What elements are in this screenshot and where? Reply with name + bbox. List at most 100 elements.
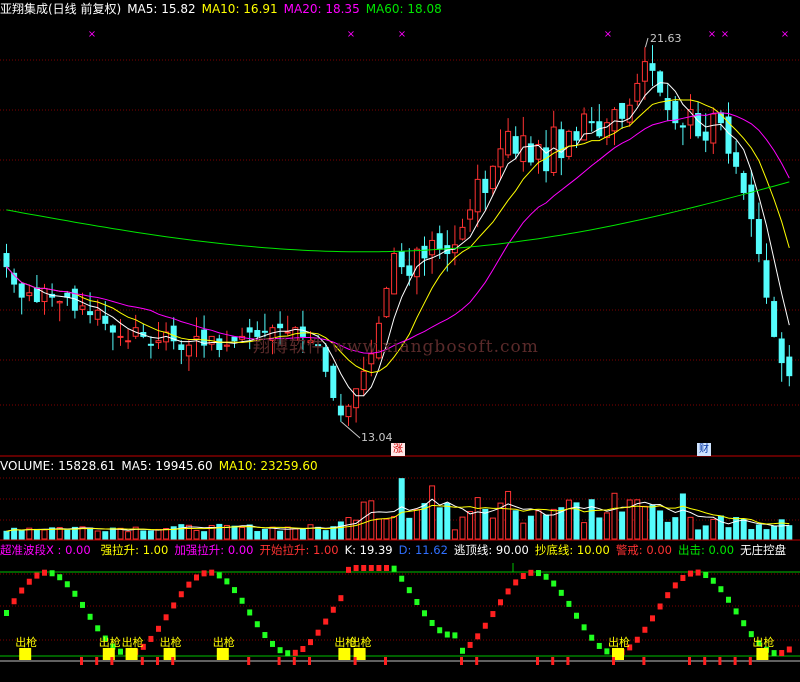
volume-bar-down <box>3 530 10 540</box>
volume-bar-up <box>710 518 717 540</box>
volume-bar-down <box>657 510 664 540</box>
oscillator-segment <box>26 578 32 585</box>
signal-tick <box>460 657 463 665</box>
candle-down <box>695 112 702 137</box>
signal-tick <box>247 657 251 665</box>
volume-bar-down <box>254 531 261 540</box>
ma5-readout: MA5: 15.82 <box>127 2 196 16</box>
signal-tick <box>156 657 159 665</box>
oscillator-segment <box>300 646 306 653</box>
oscillator-segment <box>422 610 427 617</box>
oscillator-segment <box>277 647 283 654</box>
volume-bar-up <box>239 527 246 540</box>
candle-up <box>56 301 63 304</box>
indicator-taodingxian: 逃顶线: 90.00 <box>453 543 529 557</box>
oscillator-segment <box>209 569 215 576</box>
signal-block <box>756 648 769 660</box>
oscillator-segment <box>19 587 25 594</box>
volume-bar-up <box>429 485 436 540</box>
volume-bar-down <box>147 530 154 540</box>
volume-bar-down <box>436 507 443 540</box>
oscillator-segment <box>224 578 230 585</box>
volume-bar-down <box>763 529 770 540</box>
indicator-k: K: 19.39 <box>344 543 393 557</box>
signal-tick <box>551 657 555 665</box>
signal-block <box>216 648 229 660</box>
volume-bar-up <box>520 522 527 540</box>
signal-tick <box>566 657 570 665</box>
volume-bar-down <box>717 515 724 540</box>
candle-down <box>337 405 344 416</box>
signal-tick <box>308 657 311 665</box>
candle-up <box>223 344 230 347</box>
oscillator-segment <box>368 565 374 571</box>
oscillator-segment <box>156 625 161 632</box>
signal-tick <box>748 657 752 665</box>
candle-up <box>634 82 641 102</box>
price-header: 亚翔集成(日线 前复权) MA5: 15.82 MA10: 16.91 MA20: 1… <box>0 0 448 18</box>
candle-down <box>702 131 709 141</box>
volume-bar-down <box>748 529 755 540</box>
candle-up <box>520 135 527 163</box>
signal-tick <box>171 657 175 665</box>
volume-bar-down <box>543 514 550 540</box>
oscillator-segment <box>262 632 268 639</box>
volume-bar-down <box>322 530 329 540</box>
candle-down <box>87 311 94 316</box>
event-mark: × <box>721 29 729 40</box>
oscillator-segment <box>72 590 78 597</box>
event-mark: × <box>88 29 96 40</box>
cai-badge[interactable]: 财 <box>697 443 711 456</box>
oscillator-segment <box>498 599 503 606</box>
signal-label: 出枪 <box>752 635 774 649</box>
volume-bar-up <box>459 516 466 540</box>
volume-bar-up <box>687 516 694 540</box>
signal-label: 出枪 <box>15 635 37 649</box>
oscillator-segment <box>232 587 237 594</box>
volume-readout: VOLUME: 15828.61 <box>0 459 116 473</box>
oscillator-segment <box>475 633 481 640</box>
candle-down <box>649 63 656 71</box>
oscillator-segment <box>95 625 101 632</box>
volume-bar-up <box>505 490 512 540</box>
volume-bar-up <box>375 518 382 540</box>
volume-bar-down <box>702 525 709 540</box>
candle-down <box>679 125 686 128</box>
oscillator-segment <box>171 602 177 609</box>
oscillator-segment <box>338 595 344 602</box>
volume-bar-down <box>337 521 344 540</box>
oscillator-segment <box>452 632 458 639</box>
volume-bar-down <box>231 525 238 540</box>
volume-bar-down <box>299 529 306 540</box>
candle-up <box>505 130 512 156</box>
volume-bar-down <box>277 530 284 540</box>
candle-down <box>330 365 337 398</box>
oscillator-segment <box>551 580 557 587</box>
volume-bar-down <box>755 524 762 540</box>
signal-tick <box>140 657 144 665</box>
candle-down <box>18 283 25 298</box>
oscillator-segment <box>771 650 777 657</box>
oscillator-segment <box>391 565 397 572</box>
zhang-badge[interactable]: 涨 <box>391 443 405 456</box>
oscillator-segment <box>353 565 359 571</box>
oscillator-segment <box>536 570 541 577</box>
oscillator-segment <box>186 581 192 588</box>
signal-tick <box>95 657 99 665</box>
candle-down <box>733 152 740 167</box>
oscillator-segment <box>543 573 549 580</box>
event-mark: × <box>781 29 789 40</box>
volume-bar-down <box>588 499 595 540</box>
volume-bar-up <box>474 497 481 540</box>
candle-down <box>109 325 116 333</box>
candle-down <box>748 184 755 220</box>
oscillator-segment <box>270 640 275 647</box>
oscillator-segment <box>558 589 564 596</box>
oscillator-segment <box>657 603 663 610</box>
oscillator-segment <box>444 631 450 638</box>
volume-bar-up <box>292 528 299 540</box>
volume-bar-down <box>140 530 147 540</box>
oscillator-segment <box>566 600 572 607</box>
volume-bar-up <box>611 492 618 540</box>
volume-bar-down <box>619 511 626 540</box>
